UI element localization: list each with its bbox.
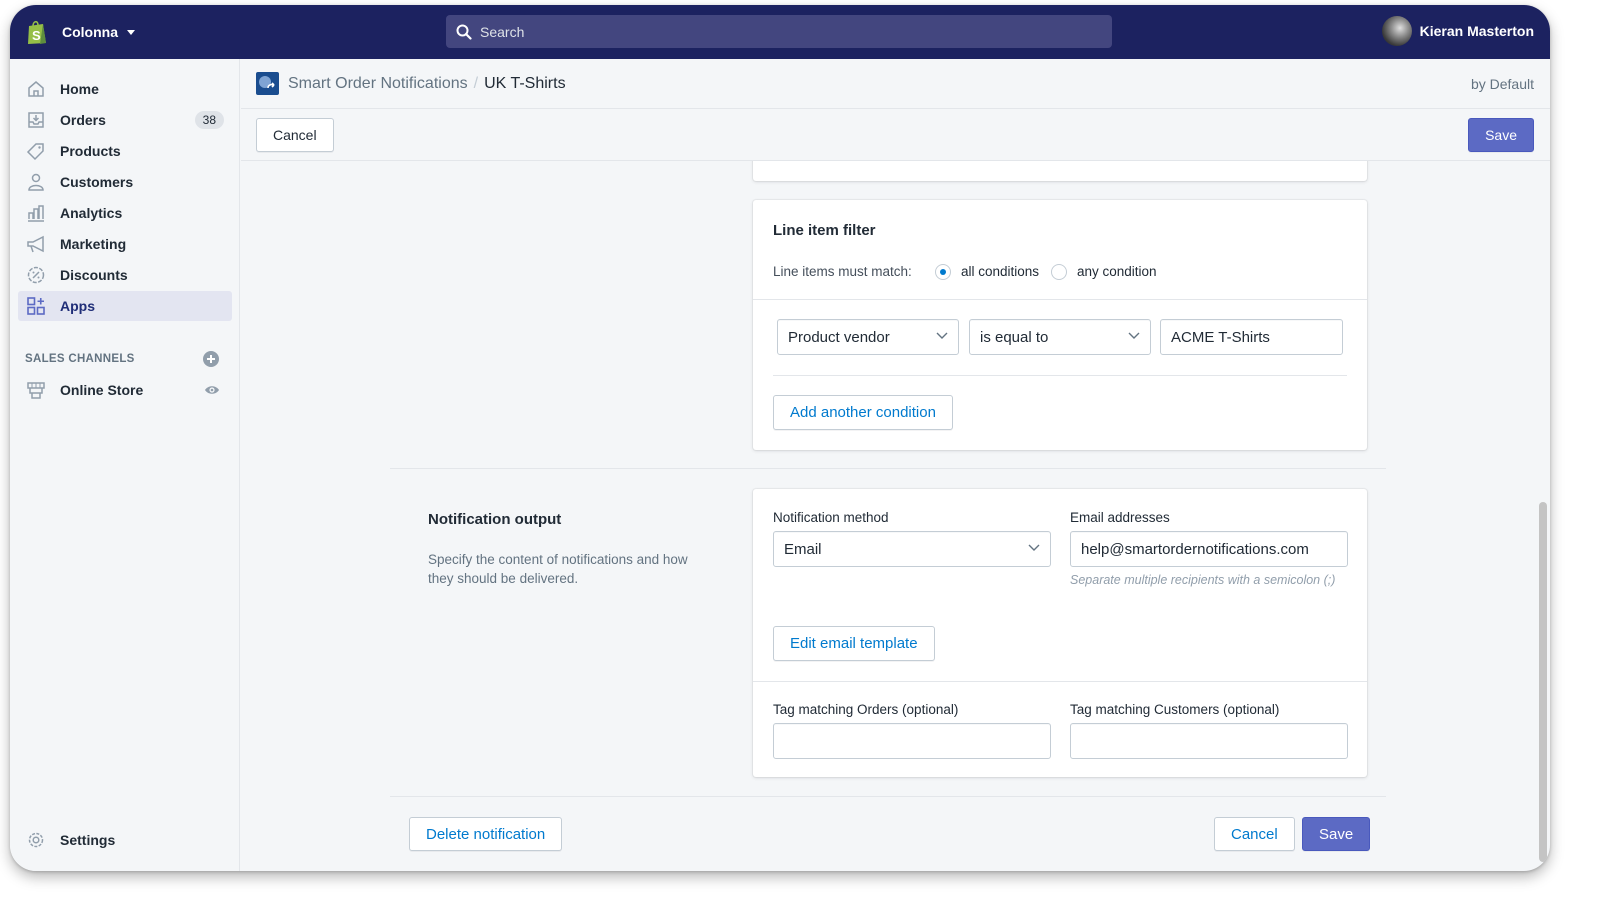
breadcrumb-app-link[interactable]: Smart Order Notifications bbox=[288, 75, 468, 93]
divider bbox=[753, 681, 1367, 682]
radio-all-conditions[interactable] bbox=[935, 264, 951, 280]
condition-field-value: Product vendor bbox=[788, 328, 890, 346]
email-addresses-help: Separate multiple recipients with a semi… bbox=[1070, 573, 1336, 587]
avatar bbox=[1381, 16, 1412, 46]
discount-icon bbox=[26, 265, 46, 285]
notification-output-title: Notification output bbox=[428, 511, 562, 528]
tag-orders-label: Tag matching Orders (optional) bbox=[773, 702, 959, 717]
sidebar-item-label: Home bbox=[60, 81, 99, 97]
search-input[interactable] bbox=[480, 23, 1080, 40]
shopify-logo-icon: S bbox=[28, 20, 46, 44]
chevron-down-icon bbox=[1128, 332, 1140, 339]
delete-notification-button[interactable]: Delete notification bbox=[409, 817, 563, 851]
person-icon bbox=[26, 172, 46, 192]
tag-customers-label: Tag matching Customers (optional) bbox=[1070, 702, 1280, 717]
top-bar: S Colonna Kieran Masterton bbox=[10, 5, 1550, 59]
cancel-button[interactable]: Cancel bbox=[256, 118, 334, 152]
apps-icon bbox=[26, 296, 46, 316]
store-name: Colonna bbox=[62, 24, 118, 40]
sidebar-item-label: Online Store bbox=[60, 382, 144, 398]
breadcrumb: Smart Order Notifications / UK T-Shirts … bbox=[241, 59, 1550, 109]
add-condition-button[interactable]: Add another condition bbox=[773, 395, 953, 430]
search-bar[interactable] bbox=[446, 15, 1112, 48]
orders-icon bbox=[26, 110, 46, 130]
sidebar-item-apps[interactable]: Apps bbox=[18, 291, 232, 321]
sidebar-item-label: Analytics bbox=[60, 205, 123, 221]
sidebar-item-analytics[interactable]: Analytics bbox=[18, 198, 232, 228]
sidebar-item-discounts[interactable]: Discounts bbox=[18, 260, 232, 290]
radio-label-all-conditions: all conditions bbox=[961, 264, 1040, 279]
card-title: Line item filter bbox=[773, 222, 876, 239]
notification-method-label: Notification method bbox=[773, 510, 889, 525]
action-bar-bg bbox=[241, 109, 1550, 161]
sidebar-item-home[interactable]: Home bbox=[18, 74, 232, 104]
notification-output-description: Specify the content of notifications and… bbox=[428, 552, 688, 586]
sidebar-item-label: Products bbox=[60, 143, 121, 159]
condition-value-input[interactable]: ACME T-Shirts bbox=[1160, 319, 1343, 355]
sidebar-item-label: Customers bbox=[60, 174, 134, 190]
divider bbox=[773, 375, 1347, 376]
megaphone-icon bbox=[26, 234, 46, 254]
tag-customers-input[interactable] bbox=[1070, 723, 1348, 759]
gear-icon bbox=[26, 830, 46, 850]
sidebar-item-label: Marketing bbox=[60, 236, 127, 252]
condition-field-select[interactable]: Product vendor bbox=[777, 319, 959, 355]
sidebar-item-orders[interactable]: Orders 38 bbox=[18, 105, 232, 135]
tag-orders-input[interactable] bbox=[773, 723, 1051, 759]
email-addresses-input[interactable]: help@smartordernotifications.com bbox=[1070, 531, 1348, 567]
sidebar-item-products[interactable]: Products bbox=[18, 136, 232, 166]
email-addresses-value: help@smartordernotifications.com bbox=[1081, 540, 1309, 558]
app-window: S Colonna Kieran Masterton Home bbox=[10, 5, 1550, 871]
sidebar-item-label: Settings bbox=[60, 832, 116, 848]
sidebar-item-marketing[interactable]: Marketing bbox=[18, 229, 232, 259]
search-icon bbox=[456, 24, 472, 40]
sidebar-item-label: Discounts bbox=[60, 267, 128, 283]
user-name: Kieran Masterton bbox=[1419, 23, 1534, 39]
section-divider bbox=[390, 468, 1386, 469]
store-switcher[interactable]: S Colonna bbox=[26, 19, 135, 45]
sidebar-item-settings[interactable]: Settings bbox=[18, 825, 232, 855]
footer-cancel-button[interactable]: Cancel bbox=[1214, 817, 1295, 851]
add-sales-channel-icon[interactable] bbox=[203, 351, 219, 367]
sidebar-item-label: Apps bbox=[60, 298, 95, 314]
footer-save-button[interactable]: Save bbox=[1302, 817, 1371, 851]
notification-output-card: Notification method Email Email addresse… bbox=[753, 489, 1367, 777]
caret-down-icon bbox=[127, 29, 135, 35]
page-title: UK T-Shirts bbox=[484, 74, 566, 92]
scrollbar[interactable] bbox=[1539, 502, 1547, 862]
match-label: Line items must match: bbox=[773, 264, 912, 279]
footer-divider bbox=[390, 796, 1386, 797]
condition-operator-value: is equal to bbox=[980, 328, 1049, 346]
store-icon bbox=[26, 380, 46, 400]
svg-text:S: S bbox=[32, 28, 41, 43]
radio-label-any-condition: any condition bbox=[1077, 264, 1157, 279]
sidebar-item-online-store[interactable]: Online Store bbox=[18, 375, 232, 405]
by-default-label: by Default bbox=[1470, 76, 1534, 92]
breadcrumb-separator: / bbox=[473, 74, 479, 92]
condition-operator-select[interactable]: is equal to bbox=[969, 319, 1151, 355]
chevron-down-icon bbox=[936, 332, 948, 339]
app-logo-icon bbox=[256, 72, 279, 95]
orders-count-badge: 38 bbox=[194, 111, 224, 129]
eye-icon[interactable] bbox=[204, 382, 220, 398]
notification-method-select[interactable]: Email bbox=[773, 531, 1051, 567]
user-menu[interactable]: Kieran Masterton bbox=[1381, 16, 1534, 46]
save-button[interactable]: Save bbox=[1468, 118, 1534, 152]
chevron-down-icon bbox=[1028, 544, 1040, 551]
line-item-filter-card: Line item filter Line items must match: … bbox=[753, 200, 1367, 450]
email-addresses-label: Email addresses bbox=[1070, 510, 1170, 525]
condition-value-text: ACME T-Shirts bbox=[1171, 328, 1270, 346]
bar-chart-icon bbox=[26, 203, 46, 223]
notification-method-value: Email bbox=[784, 540, 822, 558]
home-icon bbox=[26, 79, 46, 99]
sidebar: Home Orders 38 Products Customers Analyt… bbox=[10, 59, 240, 871]
divider bbox=[753, 299, 1367, 300]
edit-email-template-button[interactable]: Edit email template bbox=[773, 626, 935, 661]
sales-channels-heading: SALES CHANNELS bbox=[25, 353, 135, 365]
sidebar-item-label: Orders bbox=[60, 112, 106, 128]
radio-any-condition[interactable] bbox=[1051, 264, 1067, 280]
tag-icon bbox=[26, 141, 46, 161]
sidebar-item-customers[interactable]: Customers bbox=[18, 167, 232, 197]
